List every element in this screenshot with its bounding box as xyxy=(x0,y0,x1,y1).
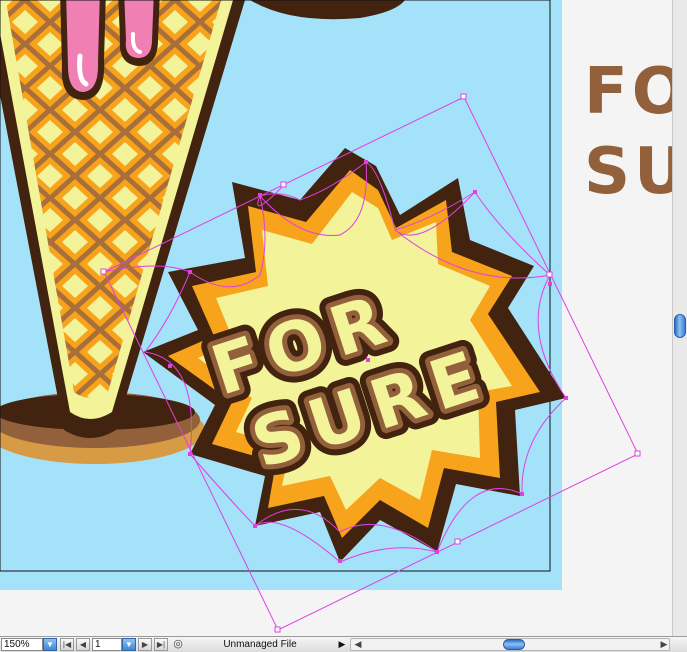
status-bar: 150% ▼ |◀ ◀ 1 ▼ ▶ ▶| ◎ Unmanaged File ▶ … xyxy=(0,636,687,652)
next-page-button[interactable]: ▶ xyxy=(138,638,152,651)
triangle-right-icon: ▶ xyxy=(660,639,668,649)
artwork: FOR FOR SURE SURE xyxy=(0,0,641,633)
zoom-dropdown-button[interactable]: ▼ xyxy=(43,638,57,651)
vertical-scrollbar[interactable] xyxy=(672,0,687,636)
horizontal-scroll-thumb[interactable] xyxy=(503,639,525,650)
status-text: Unmanaged File xyxy=(223,639,297,650)
scroll-left-button[interactable]: ◀ xyxy=(352,638,364,651)
triangle-left-icon: ◀ xyxy=(79,640,87,649)
zoom-field[interactable]: 150% xyxy=(1,638,43,651)
status-menu-button[interactable]: ▶ xyxy=(336,638,348,651)
skip-first-icon: |◀ xyxy=(62,640,72,649)
scroll-right-button[interactable]: ▶ xyxy=(658,638,670,651)
drip-right-fill xyxy=(124,0,154,58)
chevron-down-icon: ▼ xyxy=(46,640,54,649)
artboard-bottom-bleed xyxy=(0,571,562,590)
first-page-button[interactable]: |◀ xyxy=(60,638,74,651)
pasteboard-text: FO SU xyxy=(584,55,672,209)
skip-last-icon: ▶| xyxy=(156,640,166,649)
last-page-button[interactable]: ▶| xyxy=(154,638,168,651)
vertical-scroll-thumb[interactable] xyxy=(674,314,686,338)
previous-page-button[interactable]: ◀ xyxy=(76,638,90,651)
triangle-right-icon: ▶ xyxy=(338,639,346,649)
page-dropdown-button[interactable]: ▼ xyxy=(122,638,136,651)
chevron-down-icon: ▼ xyxy=(125,640,133,649)
triangle-left-icon: ◀ xyxy=(354,639,362,649)
document-canvas[interactable]: FOR FOR SURE SURE FO SU xyxy=(0,0,672,636)
triangle-right-icon: ▶ xyxy=(141,640,149,649)
page-number-field[interactable]: 1 xyxy=(92,638,122,651)
version-cue-icon[interactable]: ◎ xyxy=(172,638,184,651)
